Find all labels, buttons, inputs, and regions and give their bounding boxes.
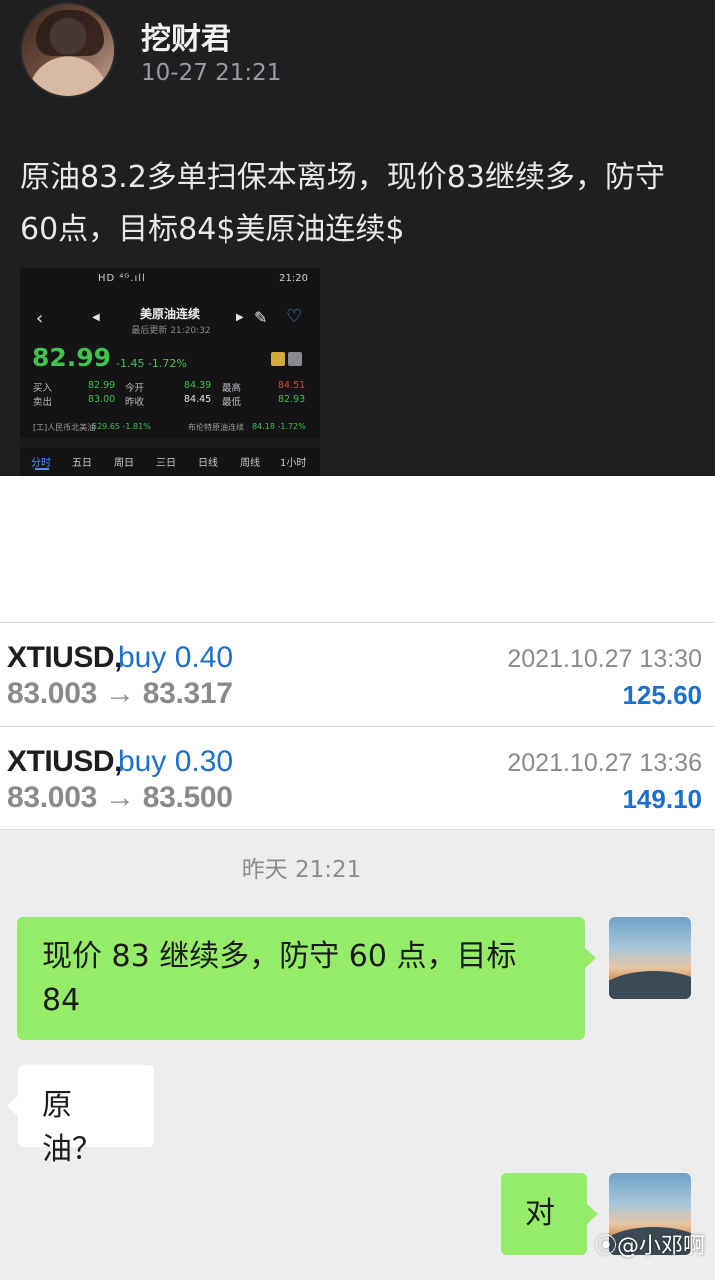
trade-symbol: XTIUSD, (7, 745, 122, 778)
quote-title: 美原油连续 (139, 307, 200, 321)
grey-badge-icon (288, 352, 302, 366)
username[interactable]: 挖财君 (141, 14, 231, 58)
status-bar: HD ⁴ᴳ.ıll 21:20 (20, 268, 320, 290)
trade-list: XTIUSD, buy 0.40 83.003 → 83.317 2021.10… (0, 622, 715, 830)
trade-row[interactable]: XTIUSD, buy 0.30 83.003 → 83.500 2021.10… (0, 726, 715, 829)
chat-timestamp: 昨天 21:21 (241, 857, 362, 883)
trade-symbol: XTIUSD, (7, 641, 122, 674)
back-arrow-icon[interactable]: ‹ (36, 308, 43, 329)
post-text: 原油83.2多单扫保本离场，现价83继续多，防守60点，目标84$美原油连续$ (20, 160, 665, 247)
quote-change: -1.45 -1.72% (116, 357, 187, 370)
tab-daily[interactable]: 日线 (198, 454, 218, 469)
trade-prices: 83.003 → 83.317 (7, 677, 233, 710)
watermark: ⦿@小邓啊 (594, 1234, 705, 1259)
divider (20, 438, 320, 448)
tab-week-day[interactable]: 周日 (114, 454, 134, 469)
social-post: 挖财君 10-27 21:21 原油83.2多单扫保本离场，现价83继续多，防守… (0, 0, 715, 476)
chat-view: 昨天 21:21 现价 83 继续多，防守 60 点，目标 84 原油？ 对 ⦿… (0, 830, 715, 1280)
trade-prices: 83.003 → 83.500 (7, 781, 233, 814)
trade-row[interactable]: XTIUSD, buy 0.40 83.003 → 83.317 2021.10… (0, 623, 715, 726)
tab-weekly[interactable]: 周线 (240, 454, 260, 469)
weibo-icon: ⦿ (594, 1234, 617, 1259)
quote-row: 买入 82.99 今开 84.39 最高 84.51 (33, 380, 306, 394)
gold-badge-icon (271, 352, 285, 366)
chart-period-tabs: 分时 五日 周日 三日 日线 周线 1小时 (20, 454, 320, 474)
message-bubble-me[interactable]: 现价 83 继续多，防守 60 点，目标 84 (17, 917, 585, 1040)
trade-profit: 125.60 (622, 680, 702, 710)
related-quotes: [工]人民币北美油 529.65 -1.81% 布伦特原油连续 84.18 -1… (33, 422, 306, 432)
trade-side: buy 0.40 (118, 641, 234, 674)
trade-side: buy 0.30 (118, 745, 234, 778)
status-signal: HD ⁴ᴳ.ıll (98, 273, 146, 284)
next-icon[interactable]: ▶ (236, 312, 244, 323)
active-tab-indicator (35, 468, 49, 470)
bubble-tail (587, 1204, 598, 1224)
quote-screenshot-image[interactable]: HD ⁴ᴳ.ıll 21:20 ‹ ◀ 美原油连续 最后更新 21:20:32 … (20, 268, 320, 476)
trade-profit: 149.10 (622, 784, 702, 814)
tab-three-day[interactable]: 三日 (156, 454, 176, 469)
heart-icon[interactable]: ♡ (286, 306, 302, 327)
tab-intraday[interactable]: 分时 (31, 454, 51, 469)
my-avatar[interactable] (609, 917, 691, 999)
user-avatar[interactable] (20, 2, 116, 98)
status-time: 21:20 (279, 273, 308, 284)
quote-price: 82.99 (32, 343, 112, 372)
trade-date: 2021.10.27 13:30 (507, 645, 702, 673)
tab-hourly[interactable]: 1小时 (280, 454, 306, 469)
message-bubble-me[interactable]: 对 (501, 1173, 587, 1255)
bubble-tail (7, 1096, 18, 1116)
edit-icon[interactable]: ✎ (254, 308, 267, 327)
post-time: 10-27 21:21 (141, 60, 282, 86)
tab-five-day[interactable]: 五日 (72, 454, 92, 469)
prev-icon[interactable]: ◀ (92, 312, 100, 323)
trade-date: 2021.10.27 13:36 (507, 749, 702, 777)
bubble-tail (585, 948, 596, 968)
quote-row: 卖出 83.00 昨收 84.45 最低 82.93 (33, 394, 306, 408)
message-bubble-other[interactable]: 原油？ (18, 1065, 154, 1167)
quote-updated: 最后更新 21:20:32 (131, 326, 211, 336)
